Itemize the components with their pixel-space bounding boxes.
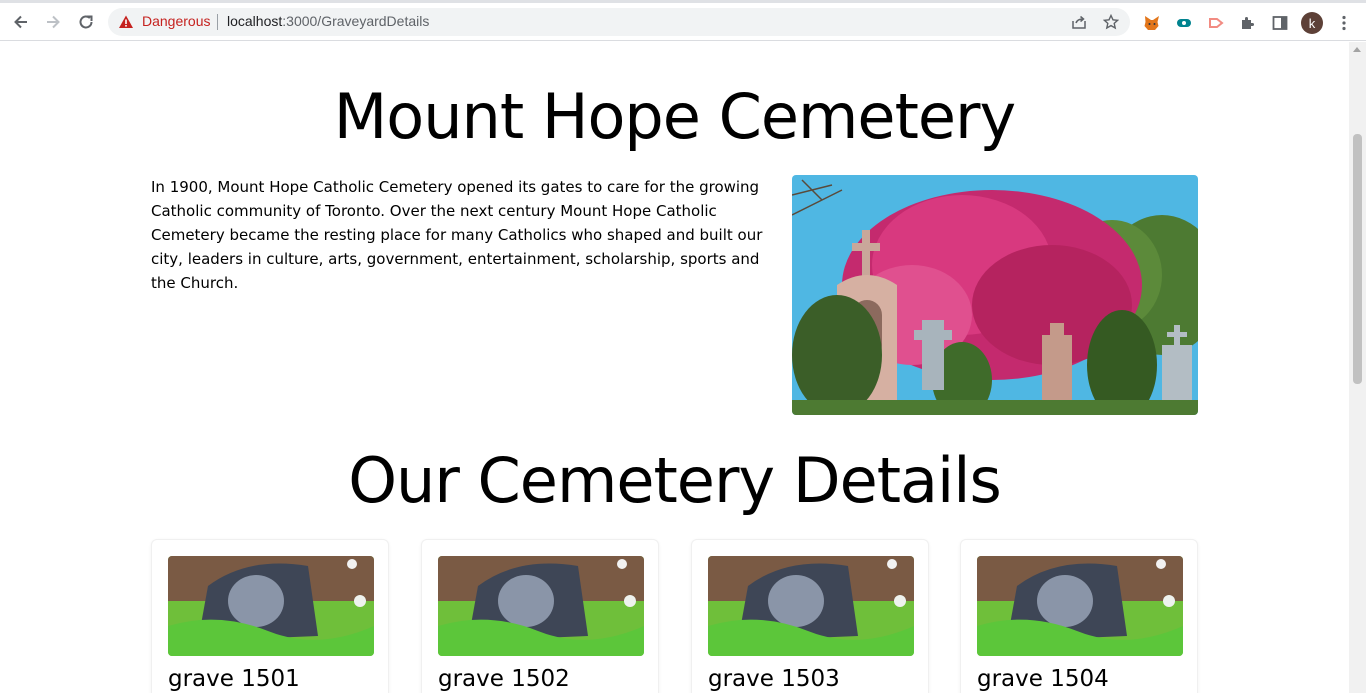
page-scrollbar[interactable] xyxy=(1349,42,1366,693)
grave-card[interactable]: grave 1503 xyxy=(691,539,929,693)
share-button[interactable] xyxy=(1070,13,1088,31)
grave-name[interactable]: grave 1502 xyxy=(438,664,570,693)
scroll-up-arrow-icon[interactable] xyxy=(1353,47,1361,52)
gravestone-illustration xyxy=(438,556,644,656)
puzzle-icon xyxy=(1242,17,1254,29)
metamask-extension-button[interactable] xyxy=(1142,13,1162,33)
forward-button[interactable] xyxy=(42,11,64,33)
cemetery-photo-illustration xyxy=(792,175,1198,415)
grave-photo xyxy=(708,556,914,656)
grave-photo xyxy=(168,556,374,656)
reload-icon xyxy=(79,15,93,29)
arrow-left-icon xyxy=(14,15,27,29)
bookmark-button[interactable] xyxy=(1102,13,1120,31)
browser-toolbar: Dangerous localhost:3000/GraveyardDetail… xyxy=(0,3,1366,41)
grave-name[interactable]: grave 1503 xyxy=(708,664,840,693)
scrollbar-thumb[interactable] xyxy=(1353,134,1362,384)
address-bar[interactable]: Dangerous localhost:3000/GraveyardDetail… xyxy=(108,8,1130,36)
extensions-button[interactable] xyxy=(1238,13,1258,33)
gravestone-illustration xyxy=(708,556,914,656)
url-text[interactable]: localhost:3000/GraveyardDetails xyxy=(227,13,429,29)
grave-card[interactable]: grave 1502 xyxy=(421,539,659,693)
arrow-shape-icon xyxy=(1209,18,1224,28)
fox-icon xyxy=(1144,16,1159,30)
star-icon xyxy=(1103,14,1119,30)
share-icon xyxy=(1072,15,1086,29)
gravestone-illustration xyxy=(168,556,374,656)
grave-photo xyxy=(438,556,644,656)
side-panel-icon xyxy=(1272,16,1288,30)
grave-name[interactable]: grave 1504 xyxy=(977,664,1109,693)
web-page: Mount Hope Cemetery In 1900, Mount Hope … xyxy=(0,42,1349,693)
browser-menu-button[interactable] xyxy=(1334,13,1354,33)
security-status-label[interactable]: Dangerous xyxy=(142,13,211,29)
pointer-extension-button[interactable] xyxy=(1206,13,1226,33)
grave-card[interactable]: grave 1504 xyxy=(960,539,1198,693)
arrow-right-icon xyxy=(47,15,60,29)
grave-name[interactable]: grave 1501 xyxy=(168,664,300,693)
url-path: :3000/GraveyardDetails xyxy=(282,13,430,29)
warning-icon xyxy=(119,15,133,28)
gravestone-illustration xyxy=(977,556,1183,656)
reload-button[interactable] xyxy=(75,11,97,33)
address-divider xyxy=(217,14,218,30)
back-button[interactable] xyxy=(10,11,32,33)
kebab-menu-icon xyxy=(1342,15,1346,31)
tab-extension-button[interactable] xyxy=(1174,13,1194,33)
grave-photo xyxy=(977,556,1183,656)
grave-card[interactable]: grave 1501 xyxy=(151,539,389,693)
page-title: Mount Hope Cemetery xyxy=(333,80,1016,153)
section-title: Our Cemetery Details xyxy=(348,444,1002,517)
cemetery-photo xyxy=(792,175,1198,415)
profile-avatar[interactable]: k xyxy=(1301,12,1323,34)
url-host: localhost xyxy=(227,13,283,29)
intro-paragraph: In 1900, Mount Hope Catholic Cemetery op… xyxy=(151,178,763,292)
side-panel-button[interactable] xyxy=(1270,13,1290,33)
capsule-icon xyxy=(1177,19,1191,27)
